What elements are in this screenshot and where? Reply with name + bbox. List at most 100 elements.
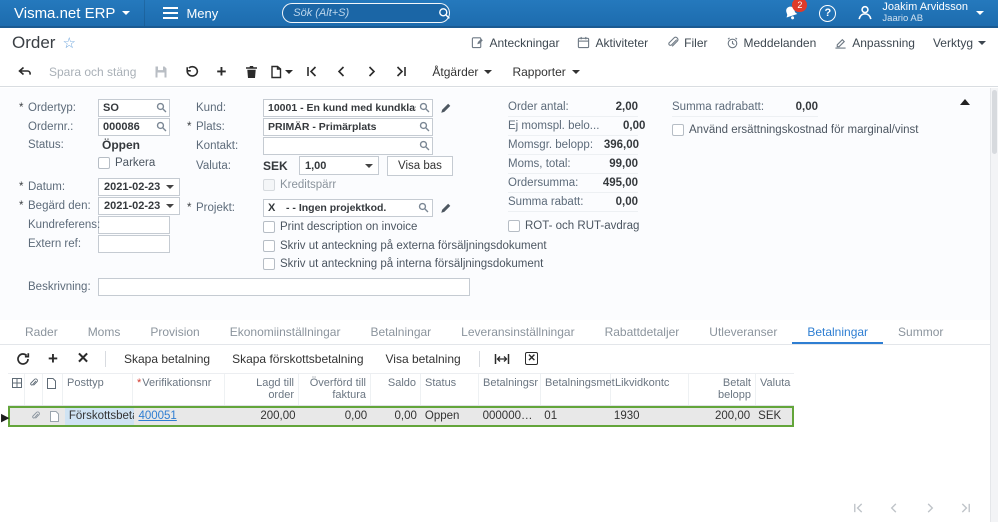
visa-bas-button[interactable]: Visa bas xyxy=(387,155,453,176)
column-header-valuta[interactable]: Valuta xyxy=(756,374,794,405)
tab-leveransinstallningar[interactable]: Leveransinställningar xyxy=(446,322,589,344)
notes-column-header[interactable] xyxy=(43,374,63,405)
ordertyp-input[interactable] xyxy=(98,98,170,117)
cell-betalt-belopp[interactable]: 200,00 xyxy=(688,410,755,422)
datum-datepicker[interactable]: 2021-02-23 xyxy=(98,177,180,196)
verifikationsnr-link[interactable]: 400051 xyxy=(138,410,176,422)
grid-row-selected[interactable]: ▶ Förskottsbetal... 400051 200,00 0,00 0… xyxy=(1,405,794,427)
parkera-checkbox[interactable]: Parkera xyxy=(98,154,155,172)
row-note-icon[interactable] xyxy=(45,410,65,422)
tab-utleveranser[interactable]: Utleveranser xyxy=(694,322,792,344)
extern-ref-input[interactable] xyxy=(98,234,170,253)
tab-summor[interactable]: Summor xyxy=(883,322,958,344)
tab-moms[interactable]: Moms xyxy=(73,322,136,344)
column-header-betalt-belopp[interactable]: Betalt belopp xyxy=(689,374,756,405)
collapse-panel-button[interactable] xyxy=(960,94,970,105)
tab-provision[interactable]: Provision xyxy=(135,322,214,344)
projekt-input[interactable]: X - - Ingen projektkod. xyxy=(263,198,433,217)
row-paperclip-icon[interactable] xyxy=(27,411,45,421)
search-icon[interactable] xyxy=(438,7,451,20)
cell-status[interactable]: Öppen xyxy=(421,410,479,422)
cell-verifikationsnr[interactable]: 400051 xyxy=(134,410,226,422)
refresh-button[interactable] xyxy=(8,348,38,370)
tab-betalningar-1[interactable]: Betalningar xyxy=(355,322,446,344)
cell-posttyp[interactable]: Förskottsbetal... xyxy=(64,407,135,425)
main-menu-button[interactable]: Meny xyxy=(144,0,236,26)
add-row-button[interactable]: + xyxy=(38,348,68,370)
cell-betalningsref[interactable]: 0000000009 xyxy=(479,410,541,422)
edit-kund-button[interactable] xyxy=(440,102,452,114)
scrollbar-thumb[interactable] xyxy=(992,90,997,154)
next-page-button[interactable] xyxy=(924,502,936,514)
notes-link[interactable]: Anteckningar xyxy=(471,36,559,50)
tab-rabattdetaljer[interactable]: Rabattdetaljer xyxy=(590,322,695,344)
export-excel-button[interactable]: ✕ xyxy=(517,348,547,370)
skapa-betalning-button[interactable]: Skapa betalning xyxy=(113,352,221,366)
cell-likvidkonto[interactable]: 1930 xyxy=(610,410,688,422)
beskrivning-input[interactable] xyxy=(98,278,470,296)
rot-rut-checkbox[interactable]: ROT- och RUT-avdrag xyxy=(508,217,639,235)
tab-ekonomiinstallningar[interactable]: Ekonomiinställningar xyxy=(215,322,356,344)
visa-betalning-button[interactable]: Visa betalning xyxy=(375,352,472,366)
messages-link[interactable]: Meddelanden xyxy=(726,36,816,50)
cell-saldo[interactable]: 0,00 xyxy=(371,410,421,422)
cancel-undo-button[interactable] xyxy=(177,60,205,84)
column-header-lagd-till-order[interactable]: Lagd till order xyxy=(225,374,299,405)
previous-page-button[interactable] xyxy=(888,502,900,514)
first-page-button[interactable] xyxy=(852,502,864,514)
user-menu[interactable]: Joakim Arvidsson Jaario AB xyxy=(856,1,984,25)
files-link[interactable]: Filer xyxy=(666,36,708,50)
cell-lagd-till-order[interactable]: 200,00 xyxy=(226,410,300,422)
scrollbar[interactable] xyxy=(990,88,998,522)
previous-record-button[interactable] xyxy=(327,60,355,84)
kreditsparr-checkbox[interactable]: Kreditspärr xyxy=(263,176,336,194)
column-header-overford-till-faktura[interactable]: Överförd till faktura xyxy=(299,374,371,405)
insert-clipboard-button[interactable] xyxy=(267,60,295,84)
valuta-rate-combo[interactable]: 1,00 xyxy=(299,156,379,175)
tab-rader[interactable]: Rader xyxy=(10,322,73,344)
column-header-betalningsref[interactable]: Betalningsr xyxy=(479,374,541,405)
kund-input[interactable] xyxy=(263,98,433,117)
first-record-button[interactable] xyxy=(297,60,325,84)
customization-link[interactable]: Anpassning xyxy=(834,36,915,50)
begard-den-datepicker[interactable]: 2021-02-23 xyxy=(98,196,180,215)
last-page-button[interactable] xyxy=(960,502,972,514)
delete-record-button[interactable] xyxy=(237,60,265,84)
search-input[interactable] xyxy=(291,6,439,20)
reports-menu-button[interactable]: Rapporter xyxy=(503,65,588,79)
save-button[interactable] xyxy=(147,60,175,84)
last-record-button[interactable] xyxy=(387,60,415,84)
files-column-header[interactable] xyxy=(25,374,43,405)
back-button[interactable] xyxy=(10,60,38,84)
add-record-button[interactable]: + xyxy=(207,60,235,84)
ersattningskostnad-checkbox[interactable]: Använd ersättningskostnad för marginal/v… xyxy=(672,121,918,139)
column-header-likvidkonto[interactable]: Likvidkontc xyxy=(611,374,689,405)
column-header-posttyp[interactable]: Posttyp xyxy=(63,374,133,405)
edit-projekt-button[interactable] xyxy=(440,202,452,214)
valuta-currency[interactable]: SEK xyxy=(263,159,299,173)
delete-row-button[interactable]: ✕ xyxy=(68,348,98,370)
save-and-close-button[interactable]: Spara och stäng xyxy=(40,65,145,79)
print-internal-checkbox[interactable]: Skriv ut anteckning på interna försäljni… xyxy=(263,255,543,273)
ordernr-input[interactable] xyxy=(98,117,170,136)
column-settings-header[interactable] xyxy=(8,374,25,405)
notifications-button[interactable]: 2 xyxy=(783,0,808,21)
actions-menu-button[interactable]: Åtgärder xyxy=(423,65,501,79)
search-icon[interactable] xyxy=(418,202,429,213)
tab-betalningar-active[interactable]: Betalningar xyxy=(792,322,884,344)
favorite-star-icon[interactable]: ☆ xyxy=(62,34,75,52)
cell-betalningsmetod[interactable]: 01 xyxy=(540,410,610,422)
cell-overford-till-faktura[interactable]: 0,00 xyxy=(300,410,372,422)
skapa-forskottsbetalning-button[interactable]: Skapa förskottsbetalning xyxy=(221,352,374,366)
help-button[interactable]: ? xyxy=(819,4,837,22)
kundreferens-input[interactable] xyxy=(98,215,170,234)
tools-menu[interactable]: Verktyg xyxy=(933,36,986,50)
cell-valuta[interactable]: SEK xyxy=(754,410,792,422)
column-header-status[interactable]: Status xyxy=(421,374,479,405)
column-header-saldo[interactable]: Saldo xyxy=(371,374,421,405)
column-header-verifikationsnr[interactable]: Verifikationsnr xyxy=(133,374,225,405)
print-description-checkbox[interactable]: Print description on invoice xyxy=(263,218,417,236)
fit-columns-button[interactable] xyxy=(487,348,517,370)
kontakt-input[interactable] xyxy=(263,136,433,155)
print-external-checkbox[interactable]: Skriv ut anteckning på externa försäljni… xyxy=(263,237,547,255)
